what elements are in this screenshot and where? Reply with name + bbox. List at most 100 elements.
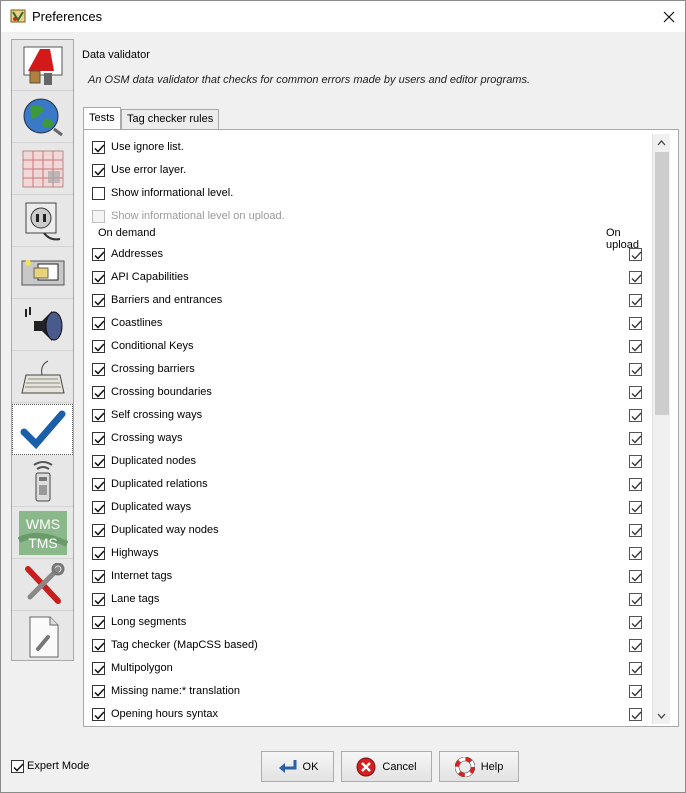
on-demand-checkbox[interactable] [92, 478, 105, 491]
on-upload-checkbox[interactable] [629, 317, 642, 330]
on-upload-checkbox[interactable] [629, 248, 642, 261]
test-row[interactable]: Crossing boundaries [92, 383, 648, 403]
help-button[interactable]: Help [439, 751, 519, 782]
test-row[interactable]: Missing name:* translation [92, 682, 648, 702]
on-upload-checkbox[interactable] [629, 409, 642, 422]
test-row[interactable]: Duplicated ways [92, 498, 648, 518]
on-upload-checkbox[interactable] [629, 616, 642, 629]
option-row[interactable]: Use ignore list. [92, 138, 648, 158]
sidebar-item-remote-control[interactable] [12, 456, 73, 507]
sidebar-item-display[interactable] [12, 40, 73, 91]
sidebar-item-advanced[interactable] [12, 560, 73, 611]
on-upload-checkbox[interactable] [629, 386, 642, 399]
on-upload-checkbox[interactable] [629, 363, 642, 376]
test-row[interactable]: Coastlines [92, 314, 648, 334]
tests-list: Use ignore list. Use error layer. Show inf… [84, 134, 651, 724]
on-upload-checkbox[interactable] [629, 685, 642, 698]
cancel-button[interactable]: Cancel [341, 751, 432, 782]
test-row[interactable]: Addresses [92, 245, 648, 265]
test-row[interactable]: Crossing ways [92, 429, 648, 449]
on-demand-checkbox[interactable] [92, 340, 105, 353]
option-label: Use error layer. [111, 164, 187, 176]
test-row[interactable]: Tag checker (MapCSS based) [92, 636, 648, 656]
on-upload-checkbox[interactable] [629, 478, 642, 491]
close-button[interactable] [653, 1, 685, 32]
option-checkbox[interactable] [92, 141, 105, 154]
on-demand-checkbox[interactable] [92, 248, 105, 261]
vertical-scrollbar[interactable] [652, 134, 670, 724]
option-row[interactable]: Use error layer. [92, 161, 648, 181]
on-upload-checkbox[interactable] [629, 570, 642, 583]
on-demand-checkbox[interactable] [92, 524, 105, 537]
test-row[interactable]: Duplicated way nodes [92, 521, 648, 541]
sidebar-item-imagery[interactable]: WMS TMS [12, 508, 73, 559]
test-row[interactable]: Highways [92, 544, 648, 564]
title-bar[interactable]: Preferences [1, 1, 685, 32]
check-icon [631, 389, 642, 398]
on-upload-checkbox[interactable] [629, 662, 642, 675]
tab-tests[interactable]: Tests [83, 107, 121, 130]
help-label: Help [480, 760, 504, 773]
sidebar-item-files[interactable] [12, 248, 73, 299]
test-row[interactable]: Long segments [92, 613, 648, 633]
on-demand-checkbox[interactable] [92, 294, 105, 307]
on-demand-checkbox[interactable] [92, 547, 105, 560]
on-demand-checkbox[interactable] [92, 317, 105, 330]
test-row[interactable]: Duplicated relations [92, 475, 648, 495]
sidebar-item-connection[interactable] [12, 92, 73, 143]
test-row[interactable]: Opening hours syntax [92, 705, 648, 724]
test-row[interactable]: Multipolygon [92, 659, 648, 679]
on-upload-checkbox[interactable] [629, 524, 642, 537]
expert-mode-checkbox[interactable] [11, 760, 24, 773]
on-upload-checkbox[interactable] [629, 639, 642, 652]
on-demand-checkbox[interactable] [92, 593, 105, 606]
tab-tag-checker-rules[interactable]: Tag checker rules [121, 109, 220, 130]
test-row[interactable]: Crossing barriers [92, 360, 648, 380]
on-demand-checkbox[interactable] [92, 708, 105, 721]
on-demand-checkbox[interactable] [92, 432, 105, 445]
on-upload-checkbox[interactable] [629, 455, 642, 468]
on-demand-checkbox[interactable] [92, 685, 105, 698]
on-demand-checkbox[interactable] [92, 455, 105, 468]
test-row[interactable]: Lane tags [92, 590, 648, 610]
on-demand-checkbox[interactable] [92, 386, 105, 399]
test-row[interactable]: Conditional Keys [92, 337, 648, 357]
test-row[interactable]: Duplicated nodes [92, 452, 648, 472]
on-upload-checkbox[interactable] [629, 501, 642, 514]
scroll-down-button[interactable] [653, 707, 670, 724]
on-demand-checkbox[interactable] [92, 570, 105, 583]
test-label: Multipolygon [111, 662, 173, 674]
test-row[interactable]: API Capabilities [92, 268, 648, 288]
sidebar-item-shortcuts[interactable] [12, 352, 73, 403]
check-icon [631, 435, 642, 444]
scroll-thumb[interactable] [655, 152, 669, 415]
ok-button[interactable]: OK [261, 751, 334, 782]
option-row[interactable]: Show informational level. [92, 184, 648, 204]
on-upload-checkbox[interactable] [629, 294, 642, 307]
on-upload-checkbox[interactable] [629, 547, 642, 560]
on-demand-checkbox[interactable] [92, 271, 105, 284]
on-demand-checkbox[interactable] [92, 662, 105, 675]
on-upload-checkbox[interactable] [629, 271, 642, 284]
test-row[interactable]: Self crossing ways [92, 406, 648, 426]
option-checkbox[interactable] [92, 164, 105, 177]
on-upload-checkbox[interactable] [629, 593, 642, 606]
on-demand-checkbox[interactable] [92, 501, 105, 514]
test-row[interactable]: Barriers and entrances [92, 291, 648, 311]
option-checkbox[interactable] [92, 187, 105, 200]
on-upload-checkbox[interactable] [629, 708, 642, 721]
on-demand-checkbox[interactable] [92, 409, 105, 422]
on-upload-checkbox[interactable] [629, 340, 642, 353]
scroll-up-button[interactable] [653, 134, 670, 151]
check-icon [94, 527, 105, 536]
sidebar-item-map-projection[interactable] [12, 144, 73, 195]
on-demand-checkbox[interactable] [92, 363, 105, 376]
test-row[interactable]: Internet tags [92, 567, 648, 587]
on-demand-checkbox[interactable] [92, 616, 105, 629]
sidebar-item-validator[interactable] [12, 404, 73, 455]
on-upload-checkbox[interactable] [629, 432, 642, 445]
sidebar-item-plugins[interactable] [12, 196, 73, 247]
on-demand-checkbox[interactable] [92, 639, 105, 652]
sidebar-item-preferences-file[interactable] [12, 612, 73, 660]
sidebar-item-audio[interactable] [12, 300, 73, 351]
